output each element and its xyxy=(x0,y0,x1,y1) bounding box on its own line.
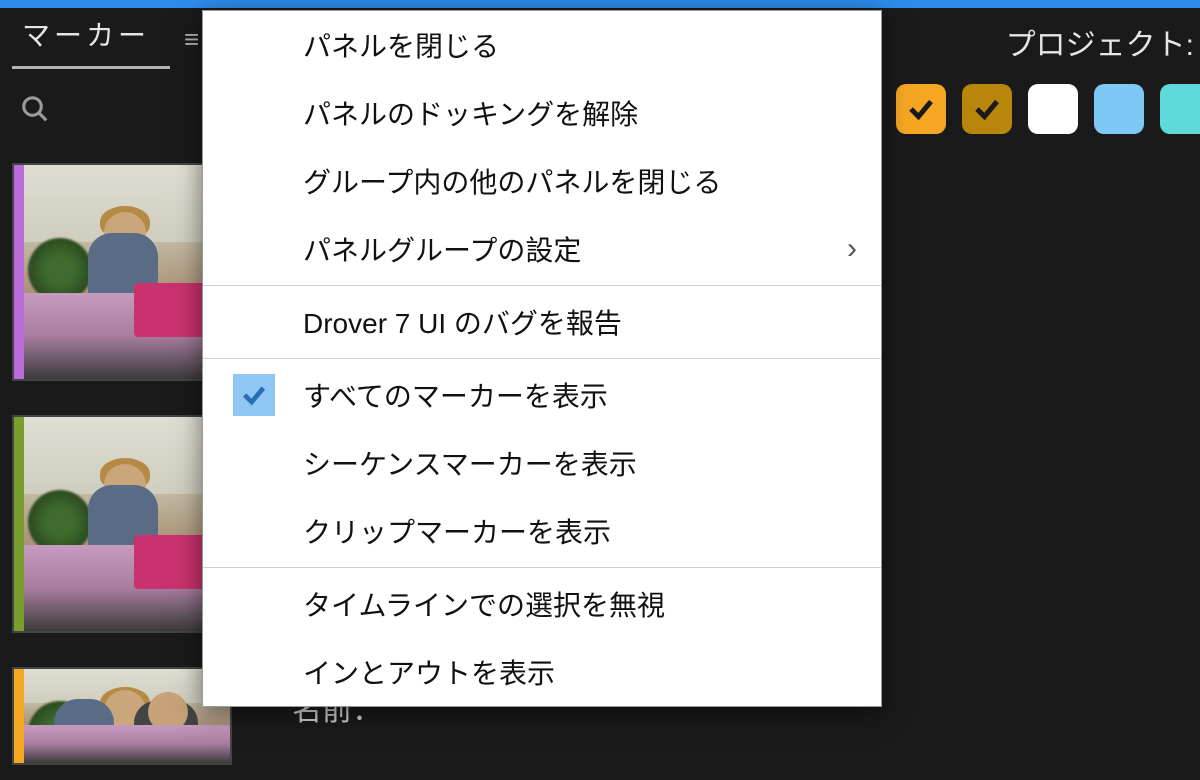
marker-color-bar xyxy=(14,165,24,379)
menu-item-label: グループ内の他のパネルを閉じる xyxy=(303,161,721,201)
window-accent-bar xyxy=(0,0,1200,8)
menu-item[interactable]: クリップマーカーを表示 xyxy=(203,497,881,565)
menu-item[interactable]: パネルグループの設定 › xyxy=(203,215,881,283)
menu-item[interactable]: インとアウトを表示 xyxy=(203,638,881,706)
menu-separator xyxy=(203,567,881,568)
check-icon xyxy=(233,374,275,416)
menu-item[interactable]: パネルを閉じる xyxy=(203,11,881,79)
marker-color-bar xyxy=(14,417,24,631)
panel-menu-button[interactable]: ≡ xyxy=(184,24,199,52)
search-icon[interactable] xyxy=(12,90,58,136)
menu-item-label: クリップマーカーを表示 xyxy=(303,511,611,551)
menu-separator xyxy=(203,358,881,359)
menu-item[interactable]: パネルのドッキングを解除 xyxy=(203,79,881,147)
color-chip-cyan[interactable] xyxy=(1160,84,1200,134)
header-text-fragment-2: プロジェクト: xyxy=(1006,20,1194,64)
menu-item[interactable]: グループ内の他のパネルを閉じる xyxy=(203,147,881,215)
marker-thumbnail[interactable] xyxy=(12,163,232,381)
menu-separator xyxy=(203,285,881,286)
marker-thumbnail[interactable] xyxy=(12,667,232,765)
chevron-right-icon: › xyxy=(847,232,857,266)
menu-item-label: Drover 7 UI のバグを報告 xyxy=(303,302,622,342)
menu-item-label: パネルグループの設定 xyxy=(303,229,581,269)
menu-item-label: パネルのドッキングを解除 xyxy=(303,93,638,133)
menu-item[interactable]: シーケンスマーカーを表示 xyxy=(203,429,881,497)
header-right-fragments: リ プロジェクト: xyxy=(838,20,1200,64)
menu-item-label: タイムラインでの選択を無視 xyxy=(303,584,665,624)
menu-item[interactable]: Drover 7 UI のバグを報告 xyxy=(203,288,881,356)
color-chip-olive[interactable] xyxy=(962,84,1012,134)
menu-item-label: シーケンスマーカーを表示 xyxy=(303,443,637,483)
menu-item-label: インとアウトを表示 xyxy=(303,652,555,692)
menu-item[interactable]: すべてのマーカーを表示 xyxy=(203,361,881,429)
color-filter-chips xyxy=(896,84,1200,134)
menu-item-label: すべてのマーカーを表示 xyxy=(303,375,608,415)
panel-tab-markers[interactable]: マーカー xyxy=(12,8,170,69)
hamburger-icon: ≡ xyxy=(184,24,199,54)
color-chip-blue[interactable] xyxy=(1094,84,1144,134)
panel-context-menu: パネルを閉じるパネルのドッキングを解除グループ内の他のパネルを閉じるパネルグルー… xyxy=(202,10,882,707)
marker-thumbnail[interactable] xyxy=(12,415,232,633)
color-chip-orange[interactable] xyxy=(896,84,946,134)
color-chip-white[interactable] xyxy=(1028,84,1078,134)
menu-item[interactable]: タイムラインでの選択を無視 xyxy=(203,570,881,638)
menu-item-label: パネルを閉じる xyxy=(303,25,499,65)
marker-color-bar xyxy=(14,669,24,763)
